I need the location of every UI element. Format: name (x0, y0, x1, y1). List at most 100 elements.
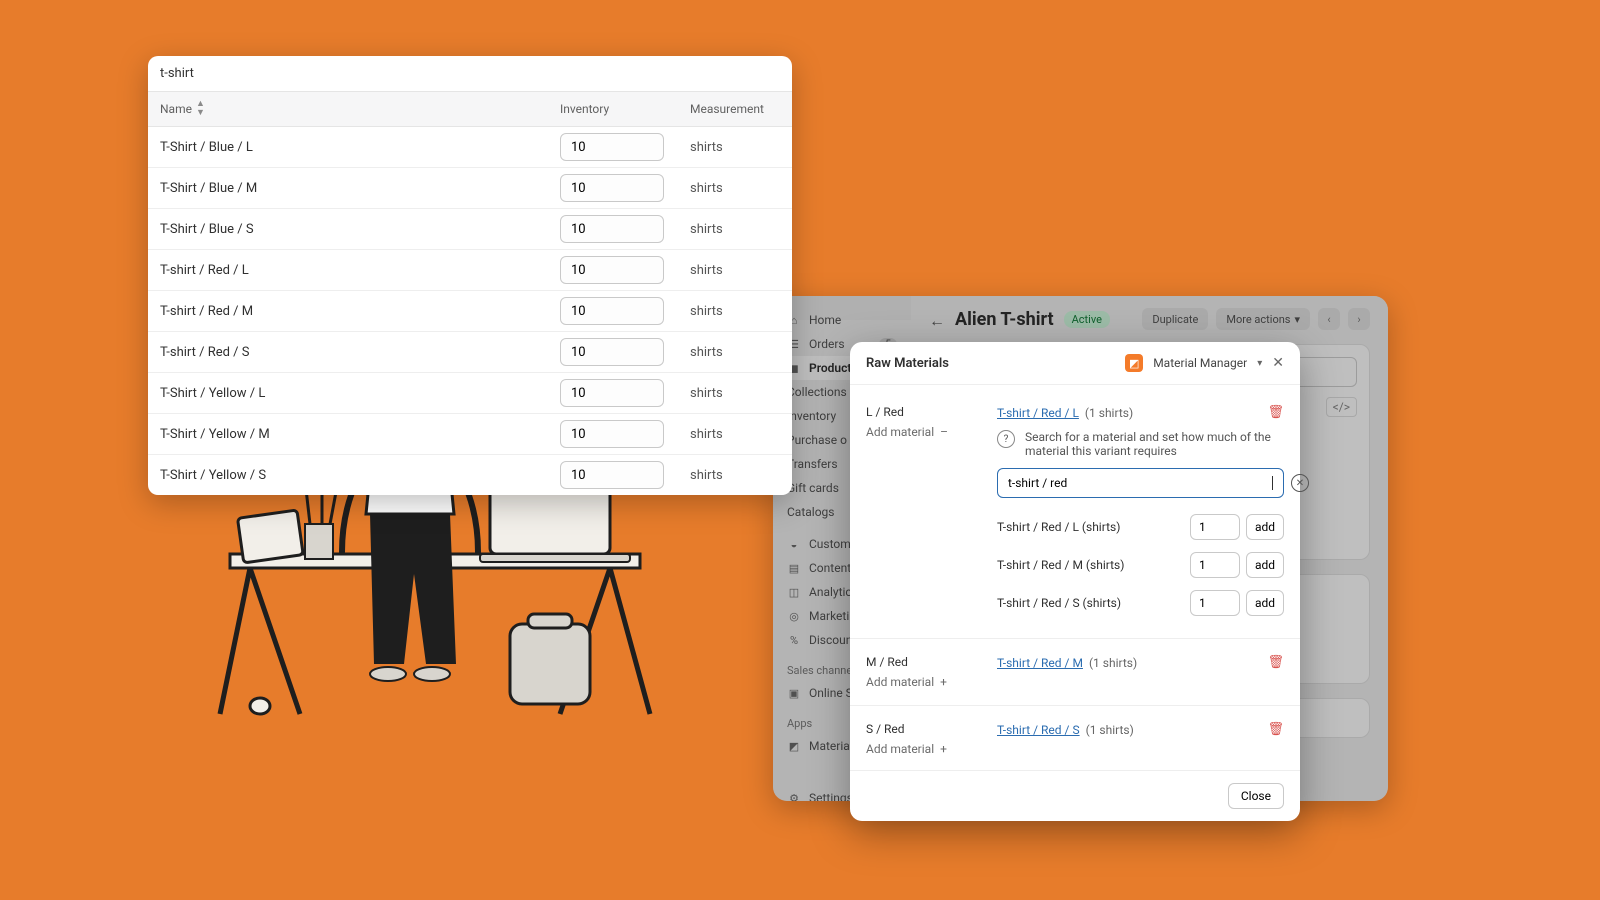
variant-name: L / Red (866, 405, 981, 419)
inventory-input[interactable] (560, 379, 664, 407)
plus-icon: + (940, 675, 947, 689)
inventory-input[interactable] (560, 338, 664, 366)
column-name[interactable]: Name ▲▼ (160, 100, 560, 118)
variant-block: M / Red Add material + T-shirt / Red / M (1… (866, 645, 1284, 699)
material-name: T-shirt / Red / M (160, 304, 560, 319)
add-material-button[interactable]: Add material + (866, 675, 981, 689)
material-name: T-Shirt / Yellow / S (160, 468, 560, 483)
chevron-down-icon: ▾ (1294, 313, 1300, 326)
search-result-row: T-shirt / Red / M (shirts) add (997, 546, 1284, 584)
prev-button[interactable]: ‹ (1318, 308, 1340, 330)
measurement-unit: shirts (690, 222, 780, 237)
next-button[interactable]: › (1348, 308, 1370, 330)
measurement-unit: shirts (690, 427, 780, 442)
search-result-row: T-shirt / Red / S (shirts) add (997, 584, 1284, 622)
measurement-unit: shirts (690, 140, 780, 155)
measurement-unit: shirts (690, 345, 780, 360)
quantity-input[interactable] (1190, 590, 1240, 616)
duplicate-button[interactable]: Duplicate (1142, 308, 1208, 330)
more-actions-button[interactable]: More actions▾ (1216, 308, 1310, 330)
inventory-input[interactable] (560, 215, 664, 243)
table-row: T-Shirt / Yellow / L shirts (148, 373, 792, 414)
table-row: T-Shirt / Yellow / M shirts (148, 414, 792, 455)
modal-header: Raw Materials ◩ Material Manager ▾ ✕ (850, 342, 1300, 385)
page-title: Alien T-shirt (955, 309, 1054, 330)
variant-block: S / Red Add material + T-shirt / Red / S (1… (866, 712, 1284, 766)
table-header: Name ▲▼ Inventory Measurement (148, 92, 792, 127)
variant-name: M / Red (866, 655, 981, 669)
help-icon[interactable]: ? (997, 430, 1015, 448)
table-row: T-Shirt / Blue / M shirts (148, 168, 792, 209)
add-material-button[interactable]: Add material + (866, 742, 981, 756)
inventory-input[interactable] (560, 256, 664, 284)
add-button[interactable]: add (1246, 552, 1284, 578)
measurement-unit: shirts (690, 468, 780, 483)
clear-icon[interactable]: ✕ (1291, 474, 1309, 492)
column-inventory[interactable]: Inventory (560, 102, 690, 116)
status-badge: Active (1064, 311, 1110, 328)
inventory-input[interactable] (560, 297, 664, 325)
material-link[interactable]: T-shirt / Red / L (997, 406, 1079, 420)
material-search-field[interactable]: ✕ (997, 468, 1284, 498)
table-row: T-shirt / Red / M shirts (148, 291, 792, 332)
material-name: T-Shirt / Blue / S (160, 222, 560, 237)
material-name: T-Shirt / Yellow / M (160, 427, 560, 442)
measurement-unit: shirts (690, 386, 780, 401)
inventory-input[interactable] (560, 461, 664, 489)
code-view-icon[interactable]: </> (1326, 397, 1357, 417)
nav-home[interactable]: ⌂Home (773, 308, 911, 332)
chevron-down-icon[interactable]: ▾ (1257, 358, 1262, 369)
material-count: (1 shirts) (1086, 723, 1134, 737)
material-name: T-shirt / Red / S (160, 345, 560, 360)
table-row: T-Shirt / Yellow / S shirts (148, 455, 792, 495)
quantity-input[interactable] (1190, 552, 1240, 578)
modal-title: Raw Materials (866, 356, 949, 371)
table-row: T-shirt / Red / L shirts (148, 250, 792, 291)
table-row: T-shirt / Red / S shirts (148, 332, 792, 373)
trash-icon[interactable]: 🗑 (1267, 722, 1284, 737)
measurement-unit: shirts (690, 181, 780, 196)
close-button[interactable]: Close (1228, 783, 1284, 809)
measurement-unit: shirts (690, 304, 780, 319)
back-arrow-icon[interactable]: ← (929, 311, 945, 327)
material-manager-icon: ◩ (1125, 354, 1143, 372)
column-measurement[interactable]: Measurement (690, 102, 780, 116)
inventory-input[interactable] (560, 133, 664, 161)
result-name: T-shirt / Red / L (shirts) (997, 520, 1190, 534)
help-text: Search for a material and set how much o… (1025, 430, 1284, 458)
material-search-input[interactable] (1008, 476, 1271, 490)
materials-table-card: t-shirt Name ▲▼ Inventory Measurement T-… (148, 56, 792, 495)
material-name: T-shirt / Red / L (160, 263, 560, 278)
material-name: T-Shirt / Yellow / L (160, 386, 560, 401)
material-name: T-Shirt / Blue / L (160, 140, 560, 155)
add-material-button[interactable]: Add material – (866, 425, 981, 439)
material-link[interactable]: T-shirt / Red / S (997, 723, 1080, 737)
result-name: T-shirt / Red / S (shirts) (997, 596, 1190, 610)
material-link[interactable]: T-shirt / Red / M (997, 656, 1083, 670)
measurement-unit: shirts (690, 263, 780, 278)
sidebar: ⌂Home ☰Orders5 ◼Products Collections Inv… (773, 296, 911, 320)
plus-icon: + (940, 742, 947, 756)
close-icon[interactable]: ✕ (1272, 355, 1284, 371)
minus-icon: – (940, 425, 948, 439)
sort-icon: ▲▼ (196, 100, 205, 118)
search-result-row: T-shirt / Red / L (shirts) add (997, 508, 1284, 546)
app-name: Material Manager (1153, 356, 1247, 370)
table-search-input[interactable]: t-shirt (148, 56, 792, 92)
table-row: T-Shirt / Blue / L shirts (148, 127, 792, 168)
inventory-input[interactable] (560, 420, 664, 448)
material-count: (1 shirts) (1085, 406, 1133, 420)
add-button[interactable]: add (1246, 514, 1284, 540)
table-row: T-Shirt / Blue / S shirts (148, 209, 792, 250)
add-button[interactable]: add (1246, 590, 1284, 616)
raw-materials-modal: Raw Materials ◩ Material Manager ▾ ✕ L /… (850, 342, 1300, 821)
material-name: T-Shirt / Blue / M (160, 181, 560, 196)
inventory-input[interactable] (560, 174, 664, 202)
variant-name: S / Red (866, 722, 981, 736)
variant-block: L / Red Add material – T-shirt / Red / L (1… (866, 395, 1284, 632)
material-count: (1 shirts) (1089, 656, 1137, 670)
trash-icon[interactable]: 🗑 (1267, 405, 1284, 420)
quantity-input[interactable] (1190, 514, 1240, 540)
trash-icon[interactable]: 🗑 (1267, 655, 1284, 670)
result-name: T-shirt / Red / M (shirts) (997, 558, 1190, 572)
